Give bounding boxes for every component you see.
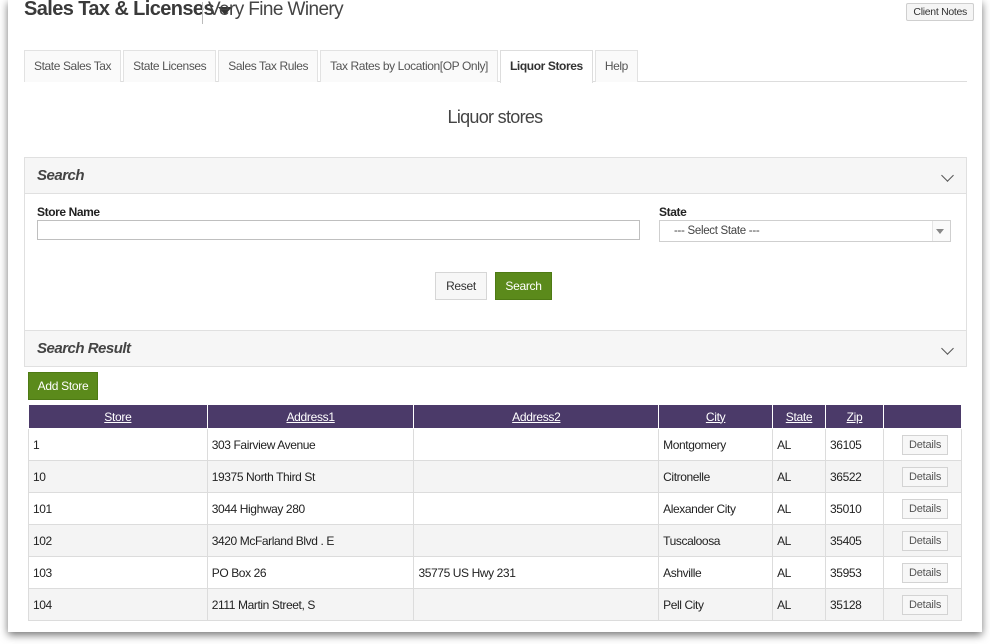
cell-zip: 35405 (825, 524, 884, 557)
search-button[interactable]: Search (495, 272, 552, 300)
tab-liquor-stores[interactable]: Liquor Stores (500, 50, 593, 83)
cell-address1: 3420 McFarland Blvd . E (206, 524, 415, 557)
cell-state: AL (772, 492, 827, 525)
cell-store: 102 (28, 524, 208, 557)
app-title-text[interactable]: Sales Tax & Licenses (24, 0, 215, 21)
cell-state: AL (772, 556, 827, 589)
store-name-input[interactable] (37, 220, 640, 240)
table-row: 101 3044 Highway 280 Alexander City AL 3… (28, 492, 963, 525)
tab-bar: State Sales Tax State Licenses Sales Tax… (24, 50, 967, 83)
column-header-address2[interactable]: Address2 (413, 404, 660, 429)
cell-address2 (413, 588, 660, 621)
table-header-row: Store Address1 Address2 City State Zip (28, 404, 963, 429)
cell-address1: 2111 Martin Street, S (206, 588, 415, 621)
state-select[interactable]: --- Select State --- (659, 220, 951, 242)
cell-actions: Details (882, 428, 963, 461)
table-row: 103 PO Box 26 35775 US Hwy 231 Ashville … (28, 556, 963, 589)
client-name: Very Fine Winery (208, 0, 344, 20)
cell-city: Alexander City (658, 492, 774, 525)
cell-actions: Details (882, 492, 963, 525)
results-panel-title: Search Result (37, 340, 131, 357)
state-select-value: --- Select State --- (674, 225, 760, 237)
column-header-zip[interactable]: Zip (825, 404, 884, 429)
table-row: 102 3420 McFarland Blvd . E Tuscaloosa A… (28, 524, 963, 557)
cell-address1: 303 Fairview Avenue (206, 428, 415, 461)
store-name-label: Store Name (37, 205, 100, 219)
header-divider (202, 2, 203, 24)
cell-city: Citronelle (658, 460, 774, 493)
cell-store: 10 (28, 460, 208, 493)
cell-city: Montgomery (658, 428, 774, 461)
app-window: Sales Tax & Licenses Very Fine Winery Cl… (8, 0, 982, 632)
details-button[interactable]: Details (901, 466, 949, 487)
tab-state-sales-tax[interactable]: State Sales Tax (24, 50, 122, 82)
cell-store: 1 (28, 428, 208, 461)
table-row: 1 303 Fairview Avenue Montgomery AL 3610… (28, 428, 963, 461)
client-notes-button[interactable]: Client Notes (906, 3, 974, 21)
chevron-down-icon[interactable] (941, 342, 954, 355)
results-table: Store Address1 Address2 City State Zip 1… (28, 404, 963, 621)
tab-tax-rates-by-location[interactable]: Tax Rates by Location[OP Only] (320, 50, 498, 82)
cell-city: Pell City (658, 588, 774, 621)
details-button[interactable]: Details (901, 498, 949, 519)
cell-zip: 35128 (825, 588, 884, 621)
cell-address2: 35775 US Hwy 231 (413, 556, 660, 589)
chevron-down-icon[interactable] (941, 169, 954, 182)
search-panel-body: Store Name State --- Select State --- Re… (24, 194, 967, 330)
cell-state: AL (772, 524, 827, 557)
tab-state-licenses[interactable]: State Licenses (123, 50, 217, 82)
column-header-city[interactable]: City (658, 404, 774, 429)
cell-actions: Details (882, 460, 963, 493)
cell-actions: Details (882, 556, 963, 589)
cell-address2 (413, 524, 660, 557)
cell-zip: 36105 (825, 428, 884, 461)
cell-store: 103 (28, 556, 208, 589)
cell-address2 (413, 428, 660, 461)
search-panel-title: Search (37, 167, 85, 184)
cell-state: AL (772, 588, 827, 621)
cell-zip: 35010 (825, 492, 884, 525)
cell-zip: 36522 (825, 460, 884, 493)
column-header-address1[interactable]: Address1 (206, 404, 415, 429)
select-arrow-box (932, 221, 950, 241)
details-button[interactable]: Details (901, 594, 949, 615)
cell-address1: PO Box 26 (206, 556, 415, 589)
column-header-actions (882, 404, 963, 429)
state-label: State (659, 205, 687, 219)
cell-city: Tuscaloosa (658, 524, 774, 557)
details-button[interactable]: Details (901, 530, 949, 551)
page-title: Liquor stores (447, 107, 544, 127)
details-button[interactable]: Details (901, 434, 949, 455)
cell-state: AL (772, 460, 827, 493)
column-header-store[interactable]: Store (28, 404, 208, 429)
reset-button[interactable]: Reset (435, 272, 487, 300)
search-panel-header[interactable]: Search (24, 157, 967, 194)
cell-actions: Details (882, 588, 963, 621)
cell-store: 104 (28, 588, 208, 621)
table-row: 104 2111 Martin Street, S Pell City AL 3… (28, 588, 963, 621)
tab-help[interactable]: Help (594, 50, 638, 82)
cell-store: 101 (28, 492, 208, 525)
details-button[interactable]: Details (901, 562, 949, 583)
results-panel-header[interactable]: Search Result (24, 330, 967, 367)
tab-sales-tax-rules[interactable]: Sales Tax Rules (218, 50, 319, 82)
cell-address1: 19375 North Third St (206, 460, 415, 493)
column-header-state[interactable]: State (772, 404, 827, 429)
app-title[interactable]: Sales Tax & Licenses (24, 0, 232, 21)
cell-address1: 3044 Highway 280 (206, 492, 415, 525)
table-row: 10 19375 North Third St Citronelle AL 36… (28, 460, 963, 493)
cell-city: Ashville (658, 556, 774, 589)
cell-state: AL (772, 428, 827, 461)
dropdown-arrow-icon (936, 229, 944, 234)
add-store-button[interactable]: Add Store (28, 372, 98, 400)
cell-zip: 35953 (825, 556, 884, 589)
header: Sales Tax & Licenses Very Fine Winery Cl… (24, 0, 974, 28)
cell-address2 (413, 460, 660, 493)
cell-address2 (413, 492, 660, 525)
cell-actions: Details (882, 524, 963, 557)
